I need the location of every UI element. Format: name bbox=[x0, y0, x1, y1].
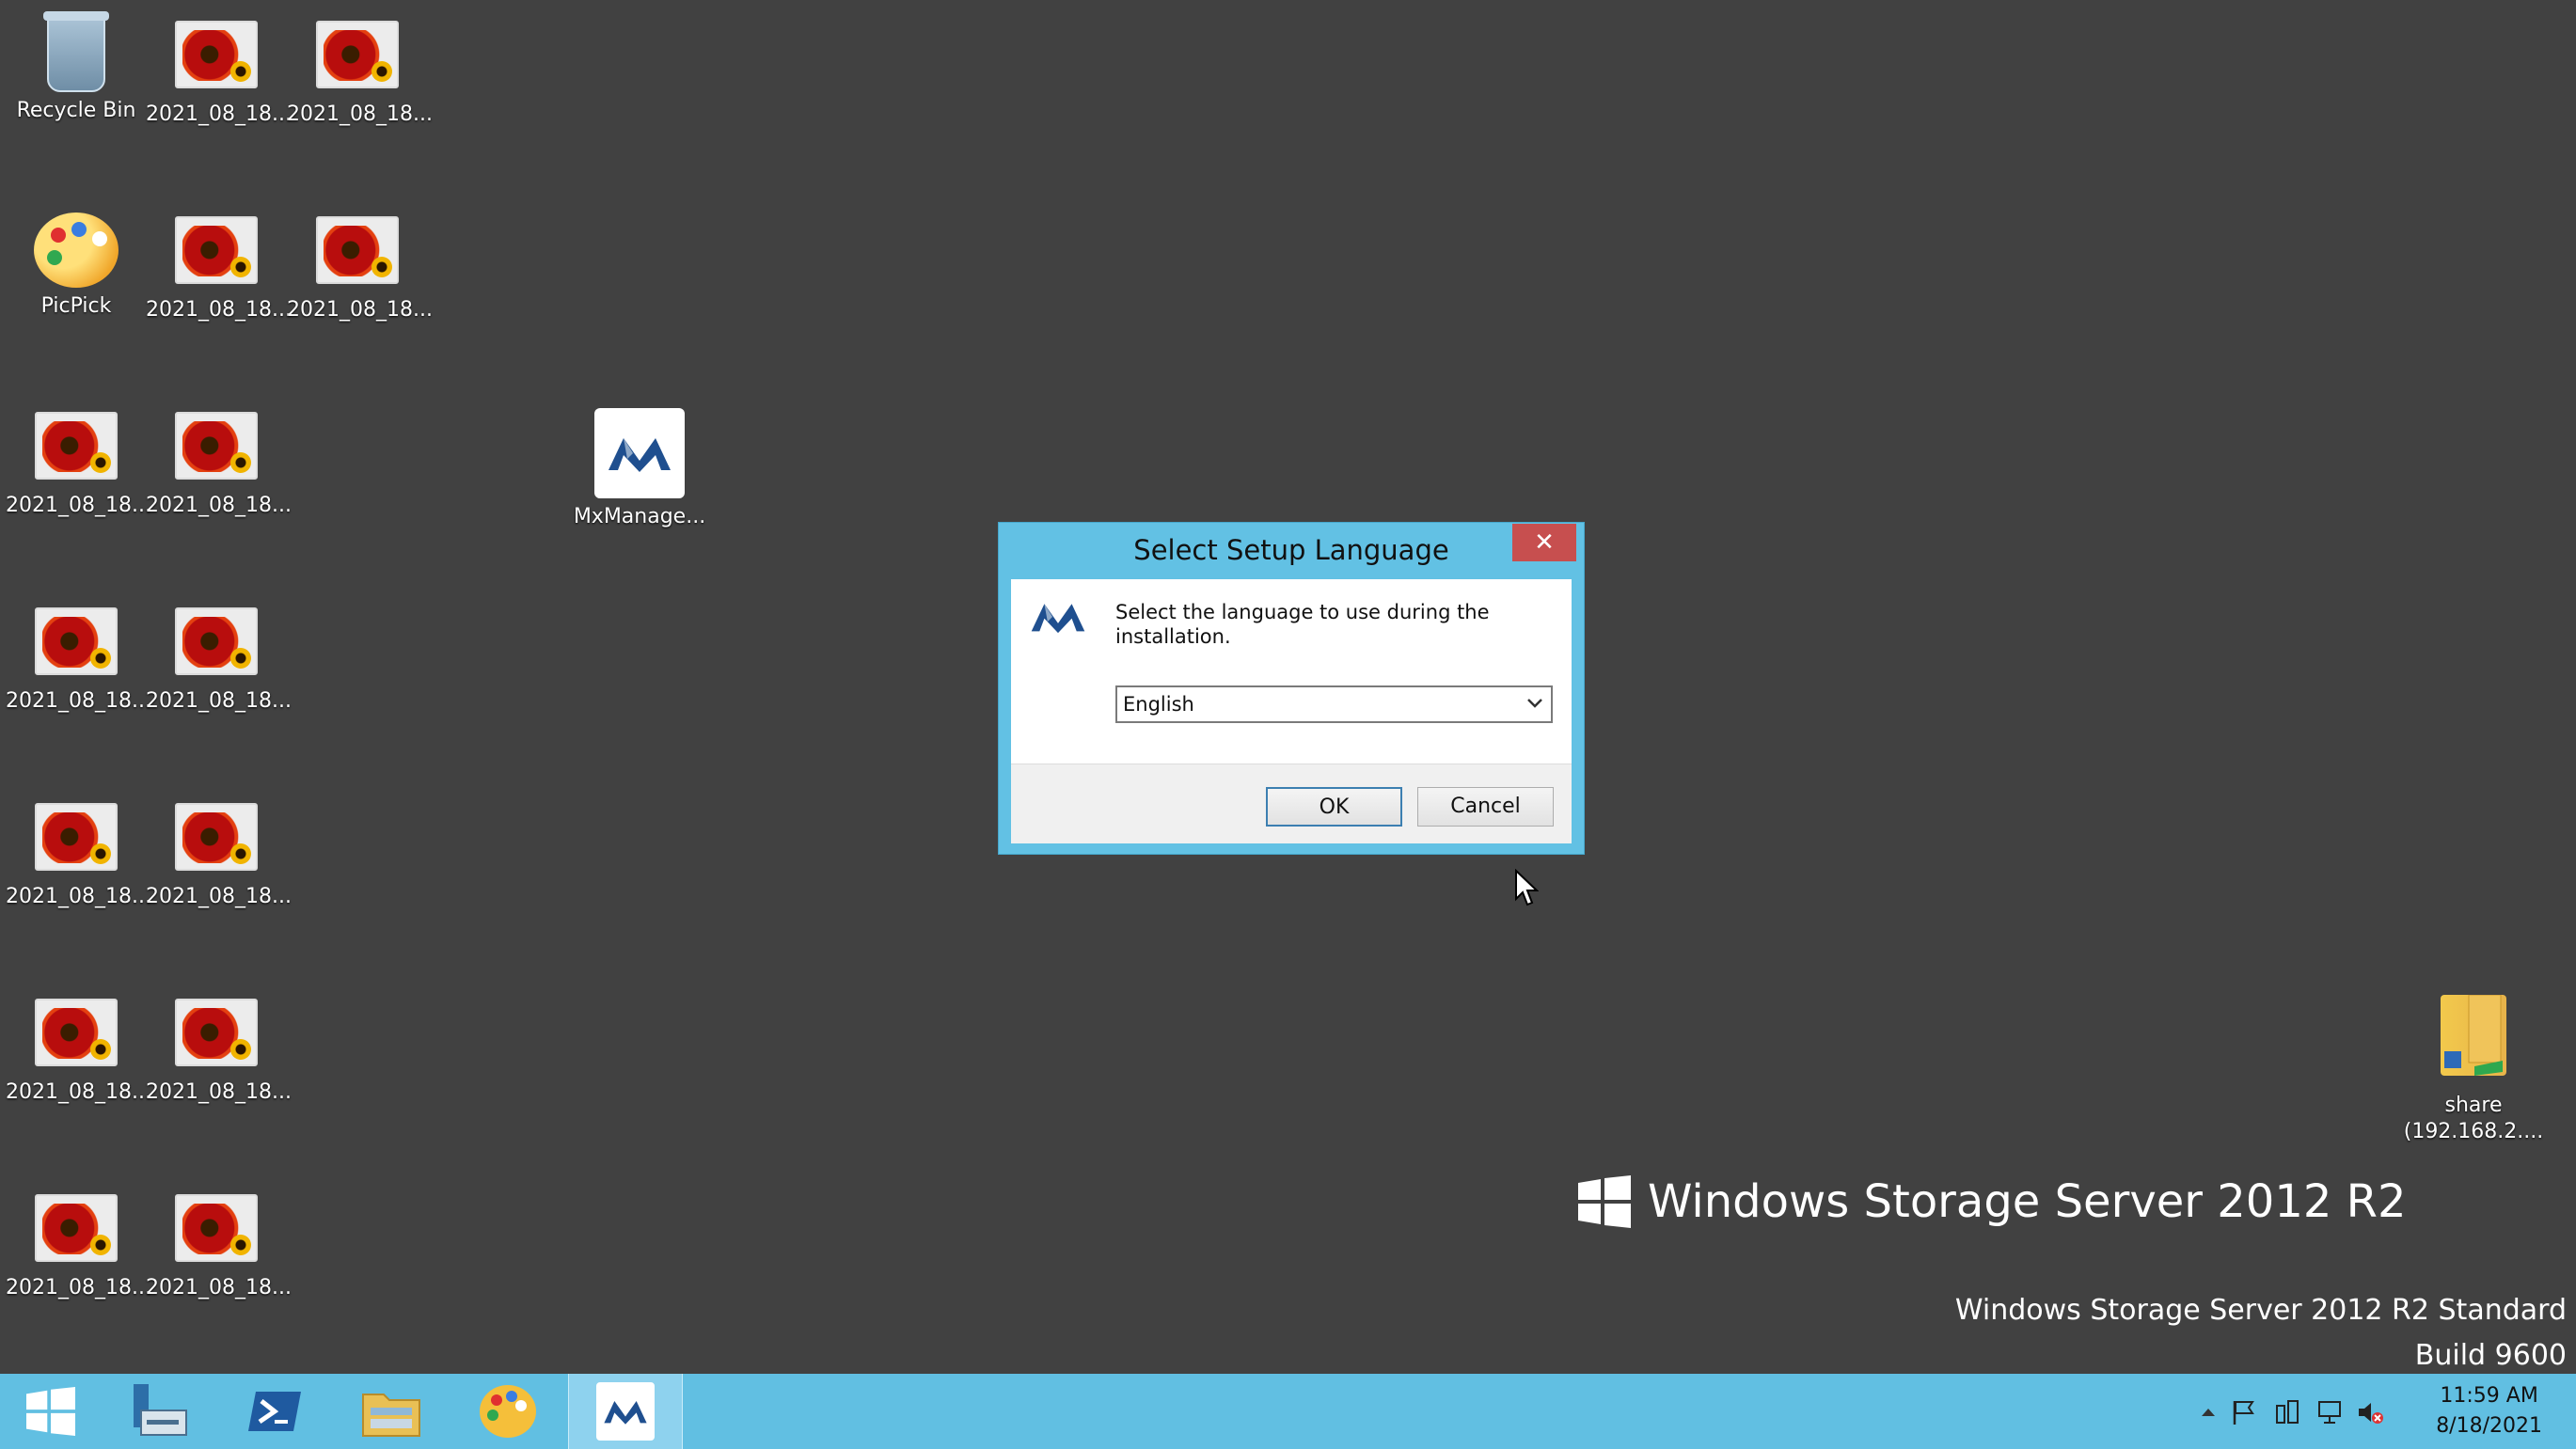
desktop-icon-mxmanage[interactable]: MxManage... bbox=[569, 408, 710, 530]
desktop-icon-image[interactable]: 2021_08_18... bbox=[146, 604, 292, 715]
taskbar-picpick[interactable] bbox=[451, 1374, 564, 1449]
dialog-body: Select the language to use during the in… bbox=[1011, 579, 1572, 843]
build-line: Build 9600 bbox=[2414, 1339, 2567, 1372]
image-file-icon bbox=[175, 999, 258, 1066]
desktop-icon-share[interactable]: share (192.168.2.... bbox=[2403, 994, 2544, 1155]
system-tray: 11:59 AM 8/18/2021 bbox=[2181, 1374, 2576, 1449]
remote-desktop-icon[interactable] bbox=[2273, 1398, 2301, 1426]
windows-watermark-logo: Windows Storage Server 2012 R2 bbox=[1578, 1175, 2407, 1228]
start-button[interactable] bbox=[0, 1374, 102, 1449]
ok-button[interactable]: OK bbox=[1266, 787, 1402, 827]
taskbar: 11:59 AM 8/18/2021 bbox=[0, 1374, 2576, 1449]
desktop-icon-image[interactable]: 2021_08_18... bbox=[146, 995, 292, 1106]
desktop-icon-image[interactable]: 2021_08_18... bbox=[146, 17, 292, 128]
desktop: Recycle Bin PicPick 2021_08_18... 2021_0… bbox=[0, 0, 2576, 1374]
mxmanage-icon bbox=[596, 1382, 655, 1441]
server-manager-icon bbox=[134, 1384, 187, 1436]
desktop-icon-image[interactable]: 2021_08_18... bbox=[6, 408, 151, 519]
image-file-icon bbox=[175, 607, 258, 675]
windows-edition-watermark: Windows Storage Server 2012 R2 Standard … bbox=[1955, 1288, 2567, 1378]
desktop-icon-label: 2021_08_18... bbox=[6, 1276, 151, 1299]
image-file-icon bbox=[316, 216, 399, 284]
image-file-icon bbox=[35, 412, 118, 480]
show-hidden-icons-chevron-icon[interactable] bbox=[2194, 1398, 2222, 1426]
desktop-icon-label: 2021_08_18... bbox=[146, 298, 292, 322]
desktop-icon-label: 2021_08_18... bbox=[6, 689, 151, 713]
image-file-icon bbox=[35, 803, 118, 871]
language-select-value: English bbox=[1123, 693, 1194, 716]
taskbar-mxmanage-setup[interactable] bbox=[568, 1374, 683, 1449]
desktop-icon-label: PicPick bbox=[40, 294, 112, 318]
dialog-prompt: Select the language to use during the in… bbox=[1115, 601, 1490, 648]
desktop-icon-label: 2021_08_18... bbox=[6, 1080, 151, 1104]
clock-time: 11:59 AM bbox=[2440, 1384, 2538, 1408]
desktop-icon-image[interactable]: 2021_08_18... bbox=[6, 799, 151, 910]
image-file-icon bbox=[175, 1194, 258, 1262]
close-button[interactable]: ✕ bbox=[1512, 524, 1576, 561]
taskbar-file-explorer[interactable] bbox=[335, 1374, 448, 1449]
image-file-icon bbox=[35, 607, 118, 675]
volume-muted-icon[interactable] bbox=[2356, 1398, 2384, 1426]
desktop-icon-label: share (192.168.2.... bbox=[2403, 1094, 2544, 1143]
desktop-icon-image[interactable]: 2021_08_18... bbox=[146, 213, 292, 323]
windows-logo-icon bbox=[1578, 1175, 1631, 1228]
setup-language-dialog: Select Setup Language ✕ Select the langu… bbox=[998, 522, 1585, 855]
language-select[interactable]: English bbox=[1115, 685, 1553, 723]
windows-logo-icon bbox=[26, 1387, 75, 1436]
network-icon[interactable] bbox=[2316, 1398, 2345, 1426]
desktop-icon-recycle-bin[interactable]: Recycle Bin bbox=[6, 11, 147, 124]
mouse-cursor-icon bbox=[1515, 869, 1539, 906]
action-center-flag-icon[interactable] bbox=[2230, 1398, 2258, 1426]
desktop-icon-label: MxManage... bbox=[573, 505, 706, 528]
desktop-icon-image[interactable]: 2021_08_18... bbox=[146, 799, 292, 910]
watermark-logo-text: Windows Storage Server 2012 R2 bbox=[1648, 1175, 2407, 1228]
image-file-icon bbox=[175, 21, 258, 88]
desktop-icon-image[interactable]: 2021_08_18... bbox=[287, 17, 433, 128]
picpick-icon bbox=[480, 1385, 536, 1438]
image-file-icon bbox=[35, 1194, 118, 1262]
desktop-icon-label: 2021_08_18... bbox=[146, 885, 292, 908]
desktop-icon-image[interactable]: 2021_08_18... bbox=[6, 995, 151, 1106]
mxmanage-logo-icon bbox=[1030, 600, 1086, 638]
desktop-icon-label: 2021_08_18... bbox=[287, 102, 433, 126]
desktop-icon-label: 2021_08_18... bbox=[146, 102, 292, 126]
dialog-title: Select Setup Language bbox=[1133, 534, 1449, 566]
powershell-icon bbox=[248, 1392, 301, 1431]
desktop-icon-image[interactable]: 2021_08_18... bbox=[287, 213, 433, 323]
recycle-bin-icon bbox=[43, 11, 109, 92]
desktop-icon-label: 2021_08_18... bbox=[287, 298, 433, 322]
desktop-icon-label: 2021_08_18... bbox=[6, 885, 151, 908]
desktop-icon-label: 2021_08_18... bbox=[146, 1276, 292, 1299]
chevron-down-icon bbox=[1527, 699, 1542, 708]
image-file-icon bbox=[175, 216, 258, 284]
cancel-button[interactable]: Cancel bbox=[1417, 787, 1554, 827]
desktop-icon-image[interactable]: 2021_08_18... bbox=[6, 604, 151, 715]
clock[interactable]: 11:59 AM 8/18/2021 bbox=[2436, 1381, 2542, 1441]
desktop-icon-label: 2021_08_18... bbox=[6, 494, 151, 517]
clock-date: 8/18/2021 bbox=[2436, 1414, 2542, 1438]
edition-line: Windows Storage Server 2012 R2 Standard bbox=[1954, 1294, 2567, 1327]
dialog-footer: OK Cancel bbox=[1011, 764, 1572, 843]
picpick-icon bbox=[34, 213, 119, 288]
image-file-icon bbox=[175, 412, 258, 480]
mxmanage-icon bbox=[594, 408, 685, 498]
network-share-folder-icon bbox=[2441, 994, 2506, 1076]
image-file-icon bbox=[35, 999, 118, 1066]
desktop-icon-image[interactable]: 2021_08_18... bbox=[6, 1190, 151, 1301]
desktop-icon-label: 2021_08_18... bbox=[146, 689, 292, 713]
desktop-icon-label: 2021_08_18... bbox=[146, 1080, 292, 1104]
desktop-icon-image[interactable]: 2021_08_18... bbox=[146, 1190, 292, 1301]
folder-icon bbox=[362, 1394, 420, 1437]
image-file-icon bbox=[316, 21, 399, 88]
desktop-icon-image[interactable]: 2021_08_18... bbox=[146, 408, 292, 519]
desktop-icon-label: Recycle Bin bbox=[16, 99, 136, 122]
image-file-icon bbox=[175, 803, 258, 871]
desktop-icon-picpick[interactable]: PicPick bbox=[6, 213, 147, 320]
desktop-icon-label: 2021_08_18... bbox=[146, 494, 292, 517]
taskbar-server-manager[interactable] bbox=[102, 1374, 214, 1449]
taskbar-powershell[interactable] bbox=[218, 1374, 331, 1449]
